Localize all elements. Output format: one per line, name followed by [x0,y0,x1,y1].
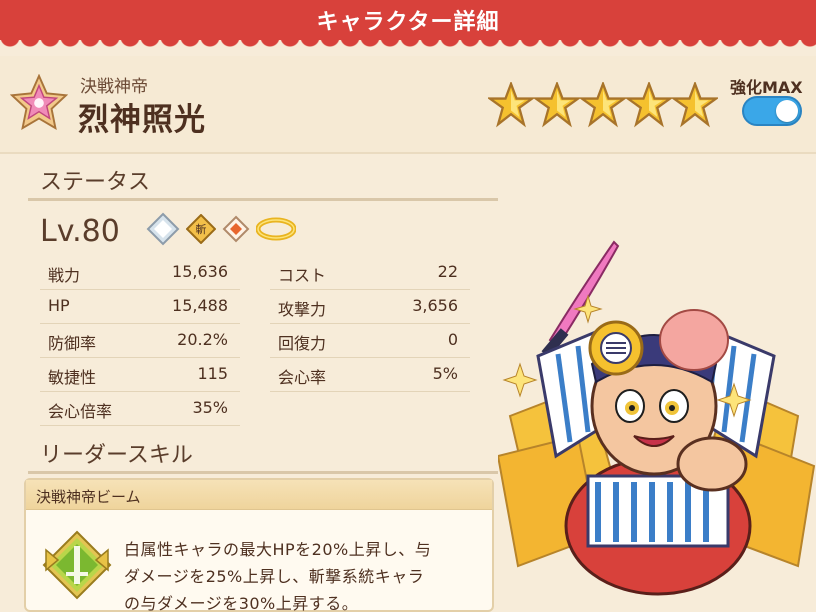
star-icon [580,82,626,128]
stat-label: 敏捷性 [48,368,97,387]
stat-row: HP 15,488 [40,290,240,324]
star-icon [488,82,534,128]
skill-description-line: の与ダメージを30%上昇する。 [124,594,359,612]
divider [28,471,498,474]
stat-label: 回復力 [278,334,327,353]
page-title: キャラクター詳細 [316,10,500,35]
character-name: 烈神照光 [78,102,206,138]
leader-skill-card: 決戦神帝ビーム 白属性キャラの最大HPを20%上昇し、与 ダメージを25%上昇し… [24,478,494,612]
stat-value: 35% [192,398,228,417]
stat-value: 115 [197,364,228,383]
stat-label: 会心率 [278,368,327,387]
stat-value: 15,636 [172,262,228,281]
skill-description: 白属性キャラの最大HPを20%上昇し、与 ダメージを25%上昇し、斬撃系統キャラ… [124,536,484,612]
stat-label: 防御率 [48,334,97,353]
stat-label: 会心倍率 [48,402,113,421]
stat-value: 20.2% [177,330,228,349]
star-icon [672,82,718,128]
stat-row: 回復力 0 [270,324,470,358]
stat-label: 攻撃力 [278,300,327,319]
attribute-star-icon [10,74,68,131]
stat-label: コスト [278,266,327,285]
rarity-stars [488,82,718,128]
slash-badge-text: 斬 [196,223,207,236]
divider [270,391,470,392]
stat-row: 会心率 5% [270,358,470,392]
stat-value: 15,488 [172,296,228,315]
stat-label: HP [48,296,70,315]
gold-ring-icon[interactable] [256,216,296,242]
skill-description-line: ダメージを25%上昇し、斬撃系統キャラ [124,567,425,586]
skill-name: 決戦神帝ビーム [36,488,141,506]
leader-skill-sword-icon [42,530,112,600]
stat-row: コスト 22 [270,256,470,290]
divider [28,198,498,201]
stat-row: 敏捷性 115 [40,358,240,392]
skill-description-line: 白属性キャラの最大HPを20%上昇し、与 [124,540,432,559]
stat-value: 0 [447,330,458,349]
status-heading: ステータス [40,170,151,195]
header-scallop-border [0,40,816,50]
title-bar: キャラクター詳細 [0,0,816,40]
stat-row: 戦力 15,636 [40,256,240,290]
slash-badge-icon[interactable]: 斬 [186,214,216,244]
stat-value: 5% [432,364,458,383]
leader-skill-heading: リーダースキル [40,443,193,468]
orange-diamond-icon[interactable] [222,215,250,243]
skill-name-bar: 決戦神帝ビーム [26,480,492,510]
stat-value: 3,656 [412,296,458,315]
toggle-knob [776,100,798,122]
enhance-max-toggle[interactable] [742,96,802,126]
star-icon [534,82,580,128]
stat-row: 攻撃力 3,656 [270,290,470,324]
stat-row: 防御率 20.2% [40,324,240,358]
divider [40,425,240,426]
white-diamond-icon[interactable] [146,212,180,246]
trait-icons: 斬 [146,212,296,246]
character-name-panel: 決戦神帝 烈神照光 強化MAX [0,56,816,154]
stat-row: 会心倍率 35% [40,392,240,426]
stat-label: 戦力 [48,266,81,285]
level-label: Lv.80 [40,214,120,249]
character-illustration [498,240,816,596]
star-icon [626,82,672,128]
enhance-max-label: 強化MAX [730,78,803,97]
stat-value: 22 [437,262,458,281]
